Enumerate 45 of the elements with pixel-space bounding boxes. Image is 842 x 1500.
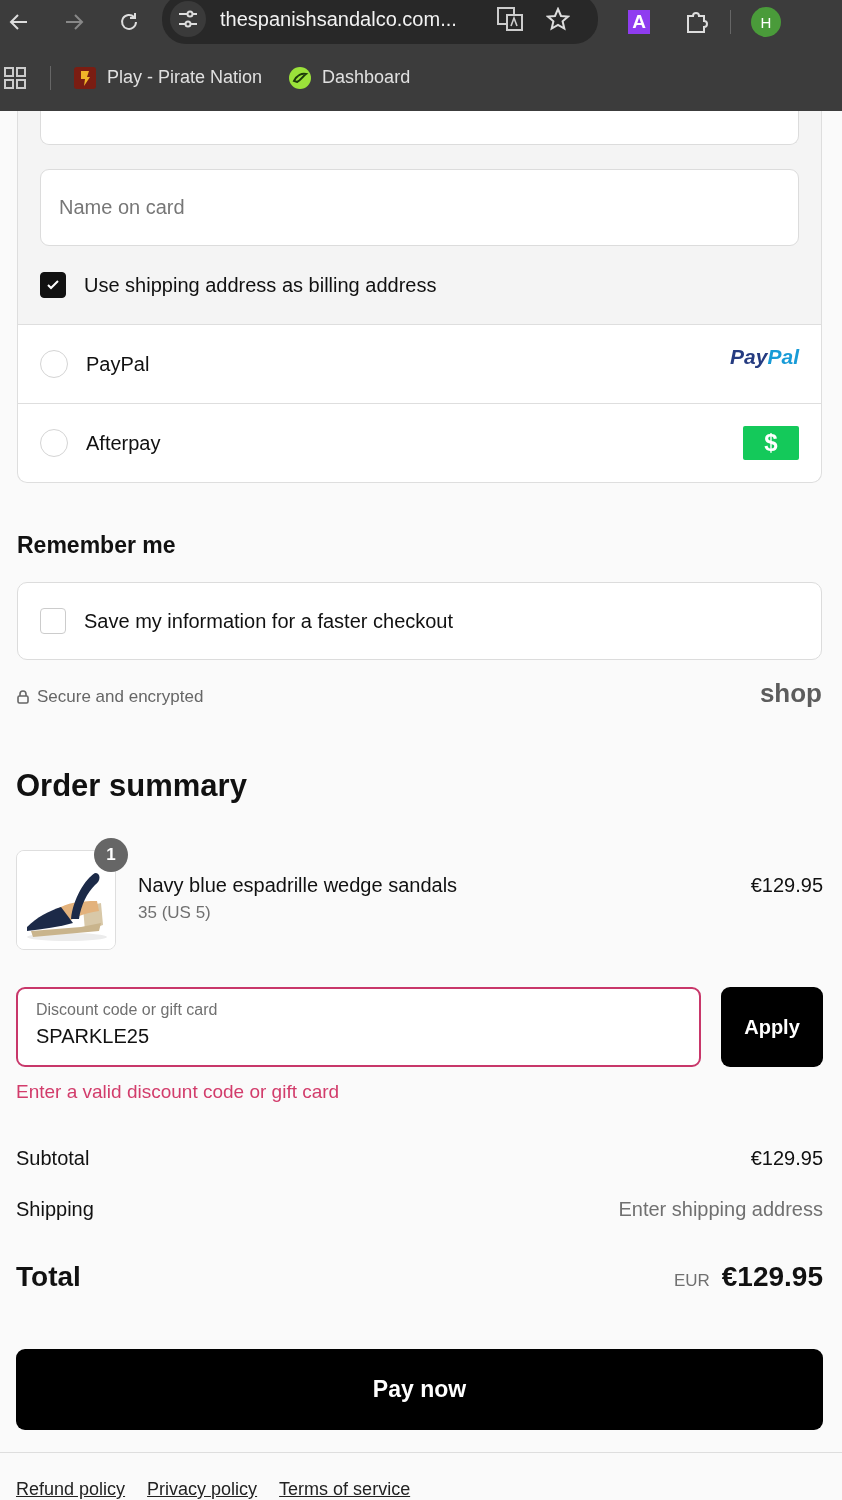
security-note: Secure and encrypted xyxy=(37,687,204,707)
bookmark-link[interactable]: Dashboard xyxy=(288,65,411,90)
product-variant: 35 (US 5) xyxy=(138,903,212,923)
address-bar[interactable]: thespanishsandalco.com... xyxy=(162,0,598,44)
quantity-badge: 1 xyxy=(94,838,128,872)
total-label: Total xyxy=(16,1261,81,1293)
extension-icon[interactable]: A xyxy=(628,10,650,34)
cash-logo: $ xyxy=(743,426,799,460)
radio-button[interactable] xyxy=(40,429,68,457)
payment-method-label[interactable]: Afterpay xyxy=(86,431,743,455)
product-price: €129.95 xyxy=(750,873,823,897)
summary-label: Subtotal xyxy=(16,1147,90,1170)
summary-value: €129.95 xyxy=(750,1147,823,1170)
summary-value: Enter shipping address xyxy=(618,1198,823,1221)
payment-method-label[interactable]: PayPal xyxy=(86,352,731,376)
section-heading: Order summary xyxy=(16,767,248,805)
name-field[interactable]: Name on card xyxy=(40,169,799,246)
checkbox[interactable] xyxy=(40,272,66,298)
puzzle-icon[interactable] xyxy=(684,9,710,35)
radio-button[interactable] xyxy=(40,350,68,378)
lock-icon xyxy=(17,690,29,704)
pay-now-button[interactable]: Pay now xyxy=(16,1349,823,1430)
footer-link[interactable]: Privacy policy xyxy=(147,1479,258,1500)
discount-input[interactable]: SPARKLE25 xyxy=(36,1025,681,1048)
apps-grid-icon[interactable] xyxy=(4,66,26,89)
summary-label: Shipping xyxy=(16,1198,94,1221)
star-icon[interactable] xyxy=(546,7,570,31)
paypal-logo: PayPal xyxy=(730,345,799,369)
discount-field[interactable]: Discount code or gift card SPARKLE25 xyxy=(16,987,701,1067)
product-name: Navy blue espadrille wedge sandals xyxy=(138,874,459,897)
site-settings-icon[interactable] xyxy=(177,9,199,29)
dashboard-icon xyxy=(288,65,313,90)
apply-button[interactable]: Apply xyxy=(721,987,823,1067)
footer-link[interactable]: Terms of service xyxy=(279,1479,411,1500)
shop-logo: shop xyxy=(759,677,822,709)
error-message: Enter a valid discount code or gift card xyxy=(16,1081,341,1104)
currency-code: EUR xyxy=(673,1271,710,1291)
section-heading: Remember me xyxy=(17,531,177,560)
checkbox-label[interactable]: Use shipping address as billing address xyxy=(84,273,437,297)
bookmark-link[interactable]: Play - Pirate Nation xyxy=(73,65,263,90)
translate-icon[interactable] xyxy=(496,6,524,32)
reload-icon[interactable] xyxy=(118,11,140,33)
checkbox-label[interactable]: Save my information for a faster checkout xyxy=(84,609,454,633)
footer-link[interactable]: Refund policy xyxy=(16,1479,126,1500)
total-amount: €129.95 xyxy=(721,1261,823,1293)
